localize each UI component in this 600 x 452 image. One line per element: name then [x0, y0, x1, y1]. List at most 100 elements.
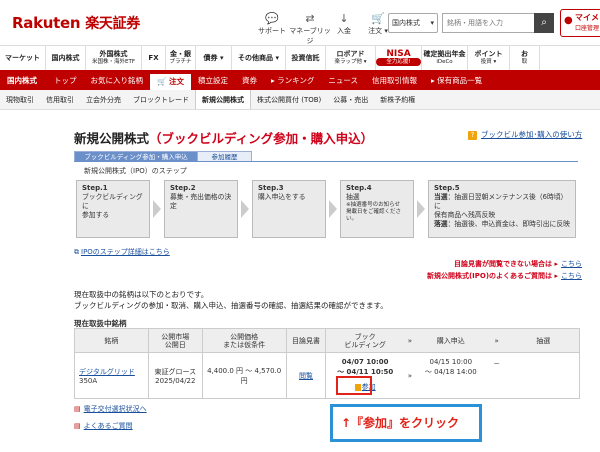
- tab-underline: [74, 161, 578, 162]
- category-nav-item[interactable]: 確定拠出年金 iDeCo: [422, 46, 468, 70]
- category-nav-label: 金・銀: [170, 50, 191, 58]
- category-nav-item[interactable]: FX: [142, 46, 166, 70]
- chevron-down-icon: ▾: [430, 19, 434, 27]
- subnav-item[interactable]: 資券: [235, 72, 264, 90]
- rakuten-logo[interactable]: Rakuten 楽天証券: [12, 13, 140, 33]
- category-nav-label: NISA: [386, 49, 411, 59]
- step-text-rest: ：抽選日翌朝メンテナンス後（6時頃）に: [434, 193, 568, 210]
- category-nav-item[interactable]: 国内株式: [46, 46, 86, 70]
- cell-purchase: 04/15 10:00 ～ 04/18 14:00: [415, 352, 486, 399]
- howto-link[interactable]: ? ブックビル参加･購入の使い方: [468, 129, 582, 140]
- category-nav-sublabel: 取: [521, 59, 528, 65]
- deposit-label: 入金: [337, 27, 351, 35]
- stock-code: 350A: [79, 376, 98, 385]
- page-title-main: 新規公開株式: [74, 131, 150, 146]
- category-nav-item[interactable]: 金・銀 プラチナ: [166, 46, 196, 70]
- col-header-bb-l1: ブック: [354, 332, 376, 341]
- order-type-tab[interactable]: 公募・売出: [327, 90, 374, 109]
- order-type-tab[interactable]: 現物取引: [0, 90, 40, 109]
- prospectus-link[interactable]: 閲覧: [299, 372, 313, 380]
- stock-subnav: 国内株式 トップ お気に入り銘柄 🛒 注文 積立設定 資券 ▸ ランキング ニュース 信用取引情…: [0, 72, 600, 90]
- mypage-label: マイメ: [575, 13, 599, 22]
- howto-link-text[interactable]: ブックビル参加･購入の使い方: [481, 130, 582, 139]
- step-text: 募集・売出価格の決: [170, 193, 232, 201]
- cart-button[interactable]: 🛒 注文 ▾: [356, 13, 400, 36]
- subnav-item[interactable]: 🛒 注文: [150, 72, 191, 90]
- step-title: Step.5: [434, 184, 460, 192]
- subnav-item[interactable]: ▸ ランキング: [264, 72, 321, 90]
- category-nav-label: 国内株式: [51, 54, 80, 62]
- subnav-section-label: 国内株式: [7, 76, 37, 85]
- step-detail-link[interactable]: ⧉ IPOのステップ詳細はこちら: [74, 247, 170, 257]
- help-icon: ?: [468, 131, 477, 140]
- e-delivery-link-text[interactable]: 電子交付選択状況へ: [84, 405, 147, 413]
- step-detail-link-text[interactable]: IPOのステップ詳細はこちら: [81, 248, 170, 256]
- order-type-tab[interactable]: 信用取引: [40, 90, 80, 109]
- category-nav-item[interactable]: マーケット: [0, 46, 46, 70]
- col-header-name: 銘柄: [74, 328, 149, 353]
- e-delivery-link[interactable]: ▤ 電子交付選択状況へ: [74, 404, 147, 414]
- user-icon: ●: [564, 15, 573, 26]
- category-nav-item[interactable]: 投資信託: [286, 46, 326, 70]
- ipo-faq-help-link[interactable]: こちら: [561, 272, 582, 280]
- step-text: ブックビルディングに: [82, 193, 143, 210]
- link-icon: ⧉: [74, 248, 79, 256]
- ipo-step-4: Step.4 抽選 ※抽選番号のお知らせ 掲載日をご確認ください。: [340, 180, 414, 238]
- prospectus-help-link[interactable]: こちら: [561, 260, 582, 268]
- intro-text: 現在取扱中の銘柄は以下のとおりです。 ブックビルディングの参加・取消、購入申込、…: [74, 289, 388, 311]
- category-nav-item[interactable]: ポイント 投資 ▾: [468, 46, 510, 70]
- col-header-price-l2: または仮条件: [223, 340, 266, 349]
- category-nav-item[interactable]: NISA 全力応援!: [376, 46, 422, 70]
- order-type-tab[interactable]: ブロックトレード: [127, 90, 195, 109]
- col-header-market-l2: 公開日: [164, 340, 186, 349]
- category-nav-item[interactable]: 外国株式 米国株・海外ETF: [86, 46, 142, 70]
- step-text: 落選：抽選後、申込資金は、即時引出に反映: [434, 220, 570, 229]
- step-text-emphasis: 当選: [434, 193, 448, 201]
- category-nav-item[interactable]: 債券 ▾: [196, 46, 232, 70]
- col-header-bb-l2: ビルディング: [344, 340, 386, 349]
- subnav-item[interactable]: 積立設定: [191, 72, 235, 90]
- stock-name-link[interactable]: デジタルグリッド: [79, 368, 135, 376]
- subnav-item[interactable]: ニュース: [321, 72, 365, 90]
- col-header-purchase: 購入申込: [415, 328, 486, 353]
- category-nav-item[interactable]: ロボアド 楽ラップ他 ▾: [326, 46, 376, 70]
- col-header-prospectus: 目論見書: [285, 328, 327, 353]
- steps-caption: 新規公開株式（IPO）のステップ: [84, 167, 187, 175]
- order-type-tab[interactable]: 新規公開株式: [195, 90, 251, 109]
- listing-date: 2025/04/22: [155, 376, 196, 385]
- intro-line-1: 現在取扱中の銘柄は以下のとおりです。: [74, 290, 209, 299]
- link-arrow-icon: ▸: [554, 272, 558, 280]
- search-button[interactable]: ⌕: [534, 13, 554, 33]
- cell-prospectus: 閲覧: [285, 352, 327, 399]
- mypage-button[interactable]: ● マイメ 口座管理: [560, 9, 600, 37]
- cell-price: 4,400.0 円 ～ 4,570.0 円: [201, 352, 287, 399]
- table-row: デジタルグリッド 350A 東証グロース 2025/04/22 4,400.0 …: [74, 352, 580, 399]
- category-nav-sublabel: 米国株・海外ETF: [92, 59, 135, 65]
- subnav-item[interactable]: トップ: [47, 72, 84, 90]
- category-nav-item[interactable]: お取: [510, 46, 540, 70]
- faq-link-text[interactable]: よくあるご質問: [84, 422, 133, 430]
- step-text: 定: [170, 202, 177, 210]
- order-type-tab[interactable]: 株式公開買付 (TOB): [251, 90, 327, 109]
- category-nav-sublabel: プラチナ: [169, 59, 192, 65]
- purchase-start: 04/15 10:00: [429, 358, 473, 366]
- subnav-item[interactable]: 信用取引情報: [365, 72, 424, 90]
- bb-start: 04/07 10:00: [341, 358, 389, 366]
- ipo-step-3: Step.3 購入申込をする: [252, 180, 326, 238]
- category-nav-label: 投資信託: [291, 54, 320, 62]
- step-title: Step.1: [82, 184, 108, 192]
- subnav-item[interactable]: お気に入り銘柄: [84, 72, 151, 90]
- category-nav-label: 債券 ▾: [203, 54, 224, 62]
- category-nav-item[interactable]: その他商品 ▾: [232, 46, 286, 70]
- order-type-tab[interactable]: 新株予約権: [374, 90, 421, 109]
- search-input[interactable]: [442, 13, 534, 33]
- order-subnav: 現物取引 信用取引 立会外分売 ブロックトレード 新規公開株式 株式公開買付 (TOB) 公…: [0, 90, 600, 110]
- logo-jp-text: 楽天証券: [85, 16, 140, 32]
- category-nav-sublabel: 楽ラップ他 ▾: [334, 59, 367, 65]
- category-nav-label: その他商品 ▾: [238, 54, 279, 62]
- page-title-sub: （ブックビルディング参加・購入申込）: [149, 131, 374, 146]
- subnav-item[interactable]: ▸ 保有商品一覧: [424, 72, 489, 90]
- order-type-tab[interactable]: 立会外分売: [80, 90, 127, 109]
- faq-link[interactable]: ▤ よくあるご質問: [74, 421, 133, 431]
- cell-lottery: [507, 352, 580, 399]
